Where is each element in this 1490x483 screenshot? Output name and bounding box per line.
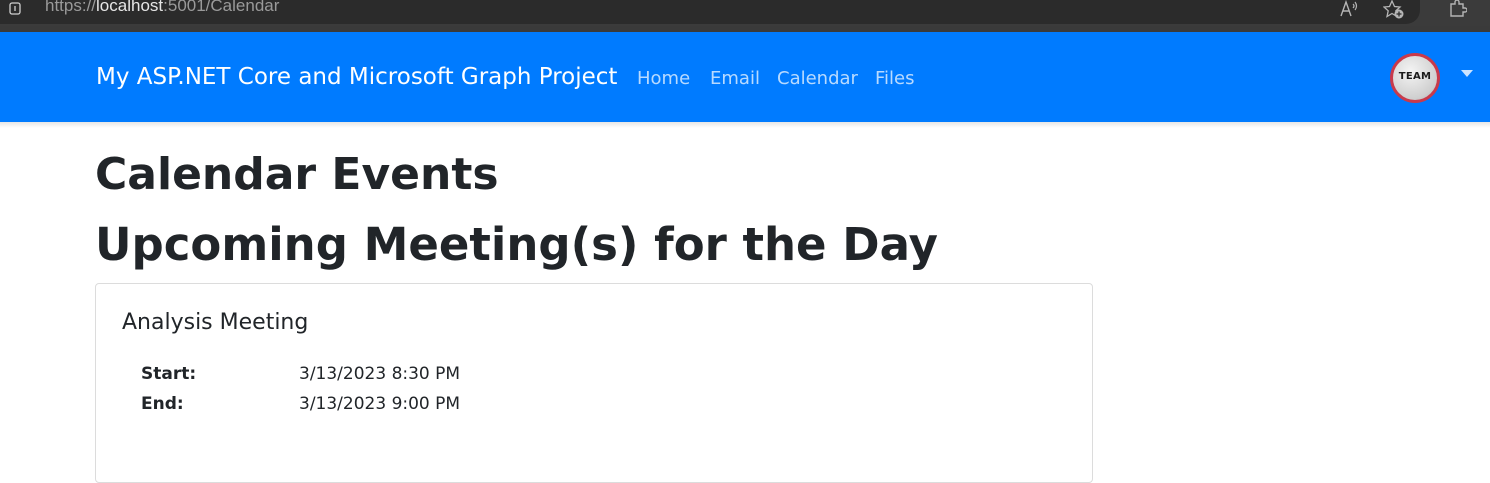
address-text[interactable]: https://localhost:5001/Calendar (45, 0, 279, 16)
avatar-label: TEAM (1398, 71, 1432, 82)
extensions-icon[interactable] (1447, 0, 1467, 18)
url-host: localhost (96, 0, 164, 15)
event-subject: Analysis Meeting (122, 310, 309, 335)
browser-toolbar: https://localhost:5001/Calendar (0, 0, 1490, 26)
site-info-icon[interactable] (9, 2, 21, 15)
read-aloud-icon[interactable] (1339, 0, 1359, 18)
event-card: Analysis Meeting Start: 3/13/2023 8:30 P… (95, 283, 1093, 483)
address-bar[interactable]: https://localhost:5001/Calendar (0, 0, 1420, 24)
navbar-brand[interactable]: My ASP.NET Core and Microsoft Graph Proj… (96, 64, 617, 90)
event-start-label: Start: (141, 364, 197, 384)
user-avatar[interactable]: TEAM (1390, 53, 1440, 103)
top-navbar: My ASP.NET Core and Microsoft Graph Proj… (0, 32, 1490, 122)
page-subtitle: Upcoming Meeting(s) for the Day (95, 218, 938, 271)
nav-link-calendar[interactable]: Calendar (777, 68, 858, 89)
nav-link-home[interactable]: Home (637, 68, 690, 89)
chevron-down-icon[interactable] (1461, 70, 1473, 77)
add-favorite-icon[interactable] (1383, 0, 1405, 20)
url-scheme: https:// (45, 0, 97, 15)
event-end-value: 3/13/2023 9:00 PM (299, 394, 461, 414)
event-start-value: 3/13/2023 8:30 PM (299, 364, 461, 384)
url-path: :5001/Calendar (163, 0, 280, 15)
nav-link-email[interactable]: Email (710, 68, 760, 89)
page-title: Calendar Events (95, 149, 499, 200)
event-end-label: End: (141, 394, 184, 414)
nav-link-files[interactable]: Files (875, 68, 915, 89)
navbar-shadow (0, 122, 1490, 128)
